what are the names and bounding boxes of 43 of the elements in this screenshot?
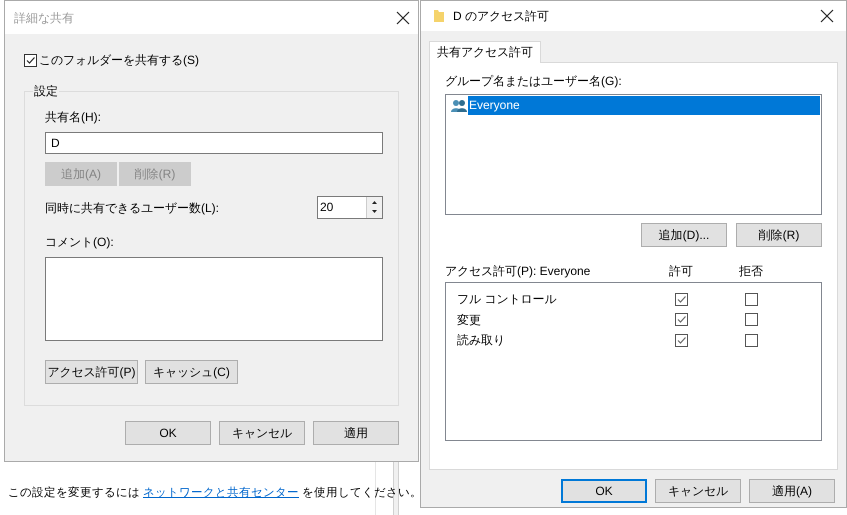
window-title: D のアクセス許可 bbox=[453, 8, 550, 25]
close-icon[interactable] bbox=[820, 9, 834, 23]
column-header: 許可 bbox=[668, 263, 694, 280]
dialog-button[interactable]: キャンセル bbox=[219, 421, 305, 445]
allow-checkbox[interactable] bbox=[674, 292, 688, 306]
field-label: コメント(O): bbox=[45, 234, 115, 251]
close-icon[interactable] bbox=[396, 10, 410, 24]
share-name-field[interactable]: D bbox=[45, 132, 383, 154]
tab[interactable]: 共有アクセス許可 bbox=[429, 41, 541, 63]
dialog-button[interactable]: キャッシュ(C) bbox=[145, 360, 238, 384]
field-label: グループ名またはユーザー名(G): bbox=[445, 73, 623, 90]
dialog-button[interactable]: 追加(D)... bbox=[641, 223, 727, 247]
dialog-button[interactable]: OK bbox=[125, 421, 211, 445]
dialog-button[interactable]: 削除(R) bbox=[736, 223, 822, 247]
field-label: 同時に共有できるユーザー数(L): bbox=[45, 200, 219, 216]
instruction-text: を使用してください。 bbox=[302, 486, 422, 501]
permission-name: 変更 bbox=[457, 312, 482, 329]
folder-icon bbox=[433, 9, 445, 23]
allow-checkbox[interactable] bbox=[674, 313, 688, 326]
permission-name: フル コントロール bbox=[457, 291, 558, 308]
user-limit-spinner[interactable]: 20 bbox=[317, 196, 383, 219]
deny-checkbox[interactable] bbox=[744, 313, 758, 326]
allow-checkbox[interactable] bbox=[674, 334, 688, 347]
dialog-button[interactable]: 適用(A) bbox=[749, 479, 835, 503]
deny-checkbox[interactable] bbox=[744, 292, 758, 306]
users-icon bbox=[451, 98, 467, 112]
share-checkbox[interactable] bbox=[24, 54, 37, 66]
dialog-button[interactable]: アクセス許可(P) bbox=[45, 360, 138, 384]
checkbox-label: このフォルダーを共有する(S) bbox=[39, 52, 199, 69]
group-title: 設定 bbox=[33, 83, 59, 99]
field-label: 共有名(H): bbox=[45, 109, 102, 126]
network-center-link[interactable]: ネットワークと共有センター bbox=[143, 485, 299, 502]
dialog-button[interactable]: 適用 bbox=[313, 421, 399, 445]
dialog-button[interactable]: キャンセル bbox=[655, 479, 741, 503]
dialog-button[interactable]: OK bbox=[561, 479, 647, 503]
window-title: 詳細な共有 bbox=[14, 10, 74, 26]
field-label: アクセス許可(P): Everyone bbox=[445, 263, 592, 280]
permission-name: 読み取り bbox=[457, 332, 506, 350]
column-header: 拒否 bbox=[738, 263, 764, 280]
user-list-item[interactable]: Everyone bbox=[468, 96, 820, 115]
instruction-text: この設定を変更するには bbox=[8, 485, 140, 501]
comment-field[interactable] bbox=[45, 257, 383, 341]
deny-checkbox[interactable] bbox=[744, 334, 758, 347]
